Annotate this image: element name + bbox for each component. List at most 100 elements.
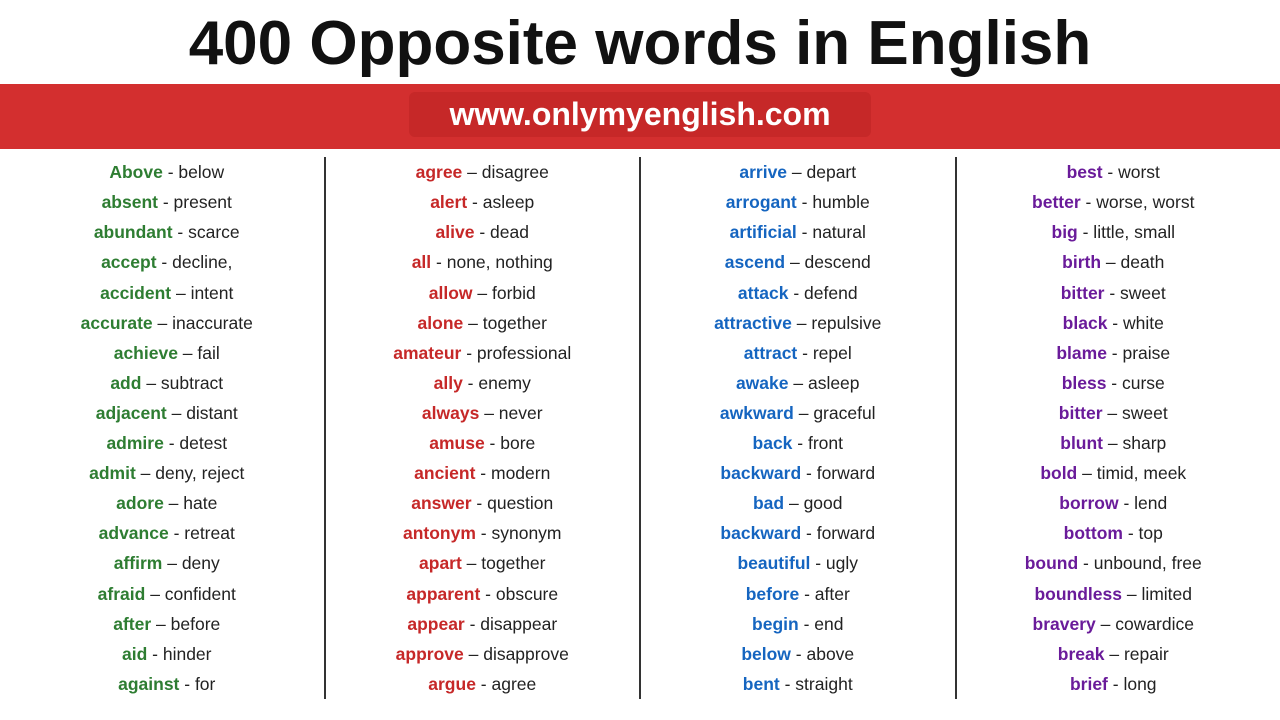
word-pair: blunt – sharp [962, 428, 1266, 458]
word-value: - question [472, 493, 554, 513]
word-value: - above [791, 644, 854, 664]
word-value: – inaccurate [153, 313, 253, 333]
header: 400 Opposite words in English www.onlymy… [0, 0, 1280, 149]
word-key: alone [418, 313, 464, 333]
word-value: - below [163, 162, 224, 182]
word-key: accept [101, 252, 156, 272]
word-value: - worst [1103, 162, 1160, 182]
word-key: absent [102, 192, 158, 212]
word-value: - end [799, 614, 844, 634]
word-key: better [1032, 192, 1081, 212]
website-url: www.onlymyenglish.com [409, 92, 870, 137]
word-key: achieve [114, 343, 178, 363]
word-value: – repair [1105, 644, 1169, 664]
word-value: - humble [797, 192, 870, 212]
word-pair: achieve – fail [15, 338, 319, 368]
word-key: attractive [714, 313, 792, 333]
word-key: alive [436, 222, 475, 242]
word-key: bold [1040, 463, 1077, 483]
word-pair: answer - question [331, 488, 635, 518]
word-key: advance [99, 523, 169, 543]
word-value: - white [1107, 313, 1163, 333]
word-value: – death [1101, 252, 1164, 272]
word-key: afraid [98, 584, 146, 604]
word-pair: bent - straight [646, 669, 950, 699]
word-pair: before - after [646, 579, 950, 609]
word-pair: accident – intent [15, 278, 319, 308]
word-pair: affirm – deny [15, 548, 319, 578]
column-4: best - worstbetter - worse, worstbig - l… [957, 157, 1271, 699]
word-key: backward [720, 523, 801, 543]
word-key: ancient [414, 463, 475, 483]
word-pair: below - above [646, 639, 950, 669]
word-pair: allow – forbid [331, 278, 635, 308]
word-value: – cowardice [1096, 614, 1194, 634]
word-value: - decline, [157, 252, 233, 272]
word-value: - agree [476, 674, 536, 694]
word-value: - hinder [147, 644, 211, 664]
page-title: 400 Opposite words in English [20, 10, 1260, 78]
word-key: after [113, 614, 151, 634]
word-value: - bore [485, 433, 536, 453]
word-key: beautiful [737, 553, 810, 573]
word-key: bitter [1061, 283, 1105, 303]
word-key: bent [743, 674, 780, 694]
word-value: - obscure [480, 584, 558, 604]
word-value: - scarce [173, 222, 240, 242]
word-key: below [741, 644, 791, 664]
word-key: abundant [94, 222, 173, 242]
word-value: - dead [474, 222, 528, 242]
word-key: all [412, 252, 431, 272]
word-value: – distant [167, 403, 238, 423]
word-key: black [1063, 313, 1108, 333]
word-value: - front [792, 433, 843, 453]
word-pair: ally - enemy [331, 368, 635, 398]
word-value: – never [479, 403, 542, 423]
word-value: - for [179, 674, 215, 694]
word-value: - detest [164, 433, 227, 453]
word-value: – limited [1122, 584, 1192, 604]
word-pair: accurate – inaccurate [15, 308, 319, 338]
word-pair: ascend – descend [646, 247, 950, 277]
word-key: break [1058, 644, 1105, 664]
word-value: – disagree [462, 162, 549, 182]
word-key: big [1052, 222, 1078, 242]
word-key: argue [428, 674, 476, 694]
word-pair: back - front [646, 428, 950, 458]
word-value: - asleep [467, 192, 534, 212]
word-pair: attack - defend [646, 278, 950, 308]
word-key: always [422, 403, 479, 423]
word-pair: bless - curse [962, 368, 1266, 398]
word-key: antonym [403, 523, 476, 543]
word-key: ascend [725, 252, 785, 272]
word-value: - ugly [810, 553, 858, 573]
word-value: – disapprove [464, 644, 569, 664]
word-key: accurate [81, 313, 153, 333]
word-pair: arrogant - humble [646, 187, 950, 217]
word-pair: artificial - natural [646, 217, 950, 247]
word-pair: afraid – confident [15, 579, 319, 609]
word-pair: accept - decline, [15, 247, 319, 277]
word-value: – subtract [141, 373, 223, 393]
word-key: backward [720, 463, 801, 483]
word-value: – graceful [794, 403, 876, 423]
word-value: – sweet [1103, 403, 1168, 423]
word-pair: against - for [15, 669, 319, 699]
word-pair: break – repair [962, 639, 1266, 669]
word-value: – deny [162, 553, 219, 573]
word-pair: ancient - modern [331, 458, 635, 488]
word-value: – sharp [1103, 433, 1166, 453]
word-key: best [1067, 162, 1103, 182]
word-key: back [753, 433, 793, 453]
word-key: blame [1056, 343, 1107, 363]
word-pair: argue - agree [331, 669, 635, 699]
word-key: answer [411, 493, 471, 513]
word-key: artificial [730, 222, 797, 242]
word-value: – together [463, 313, 547, 333]
red-divider [0, 145, 1280, 149]
word-key: arrive [739, 162, 787, 182]
word-pair: always – never [331, 398, 635, 428]
word-value: - modern [475, 463, 550, 483]
word-pair: blame - praise [962, 338, 1266, 368]
word-pair: backward - forward [646, 518, 950, 548]
